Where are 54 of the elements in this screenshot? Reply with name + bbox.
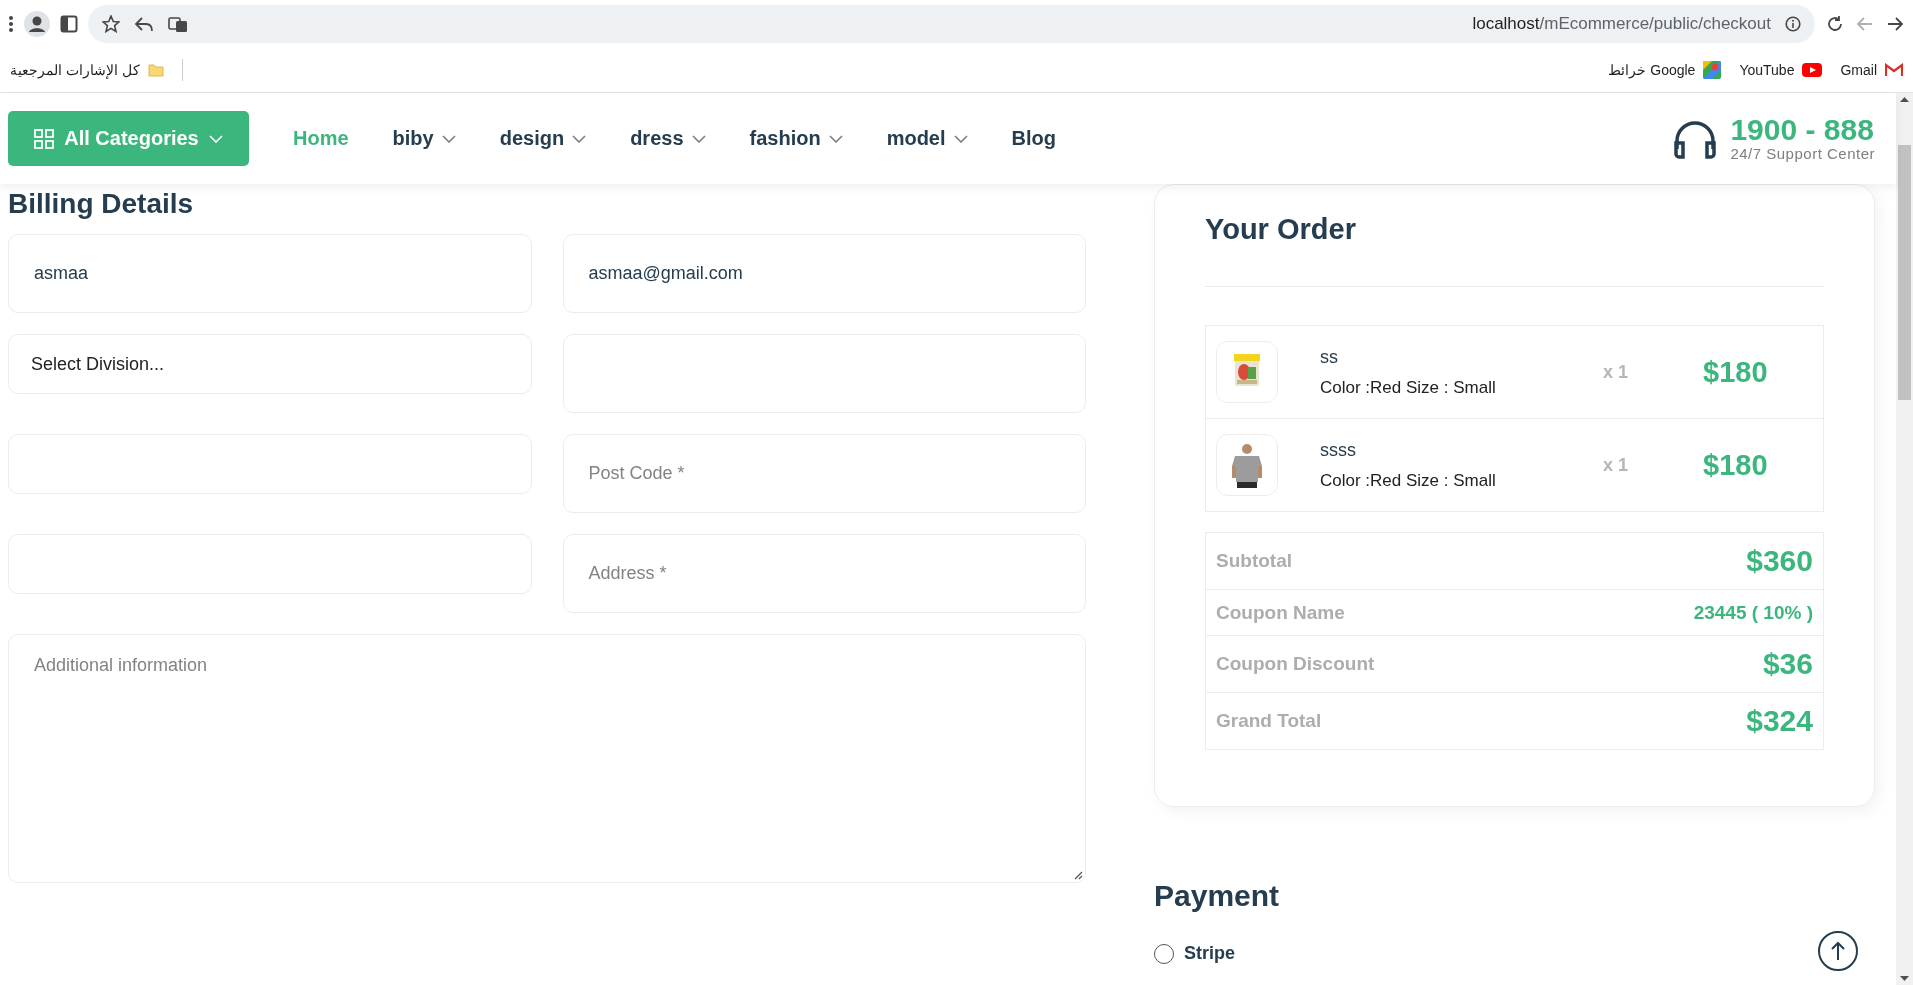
bookmark-link[interactable]: YouTube [1739,61,1795,78]
summary-label: Coupon Name [1216,601,1345,623]
summary-label: Subtotal [1216,550,1292,571]
arrow-up-icon [1830,941,1846,961]
textarea-field[interactable]: Additional information [8,634,1086,883]
input-field[interactable]: asmaa@gmail.com [562,234,1086,313]
product-price: $180 [1703,355,1768,388]
section-heading: Payment [1154,879,1281,913]
menu-icon[interactable] [8,14,14,33]
play-icon[interactable] [1802,62,1823,77]
mail-icon[interactable] [1885,62,1903,77]
radio-label[interactable]: Stripe [1184,943,1235,964]
back-to-top-button[interactable] [1818,931,1858,971]
grid-icon [34,128,55,149]
section-heading: Billing Details [8,187,195,221]
select-field[interactable]: Select Division... [8,334,532,394]
nav-link[interactable]: Blog [1011,127,1056,150]
sidebar-icon[interactable] [60,14,78,33]
star-icon[interactable] [102,14,120,33]
product-name: ssss [1320,439,1357,461]
resize-grip-icon[interactable] [1074,871,1083,880]
bookmark-link[interactable]: خرائط Google [1608,61,1696,78]
support-label: 24/7 Support Center [1730,145,1875,162]
nav-link[interactable]: fashion [749,127,843,150]
nav-link[interactable]: biby [392,127,456,150]
summary-value: $324 [1746,704,1813,737]
phone-number: 1900 - 888 [1730,115,1875,145]
nav-link[interactable]: dress [630,127,706,150]
nav-link[interactable]: model [886,127,968,150]
summary-value: 23445 ( 10% ) [1693,601,1813,623]
summary-value: $360 [1746,544,1813,577]
input-field[interactable]: asmaa [8,234,532,313]
reload-icon[interactable] [1825,13,1845,34]
nav-link[interactable]: design [499,127,587,150]
product-variant: Color :Red Size : Small [1320,470,1496,490]
product-variant: Color :Red Size : Small [1320,377,1496,397]
map-pin-icon[interactable] [1703,60,1722,79]
card-heading: Your Order [1205,185,1824,287]
headphones-icon [1672,118,1719,159]
profile-icon[interactable] [24,10,50,37]
summary-label: Grand Total [1216,710,1322,731]
quantity-label: x 1 [1603,361,1629,382]
summary-label: Coupon Discount [1216,653,1375,674]
info-icon[interactable] [1785,15,1801,32]
product-name: ss [1320,346,1339,368]
product-price: $180 [1703,448,1768,481]
bookmark-link[interactable]: كل الإشارات المرجعية [10,61,140,78]
quantity-label: x 1 [1603,454,1629,475]
input-field[interactable]: Post Code * [562,434,1086,513]
input-field[interactable]: Address * [562,534,1086,613]
bookmark-link[interactable]: Gmail [1840,61,1877,78]
scrollbar-thumb[interactable] [1898,145,1911,400]
summary-value: $36 [1762,647,1813,680]
chevron-down-icon [208,134,223,143]
